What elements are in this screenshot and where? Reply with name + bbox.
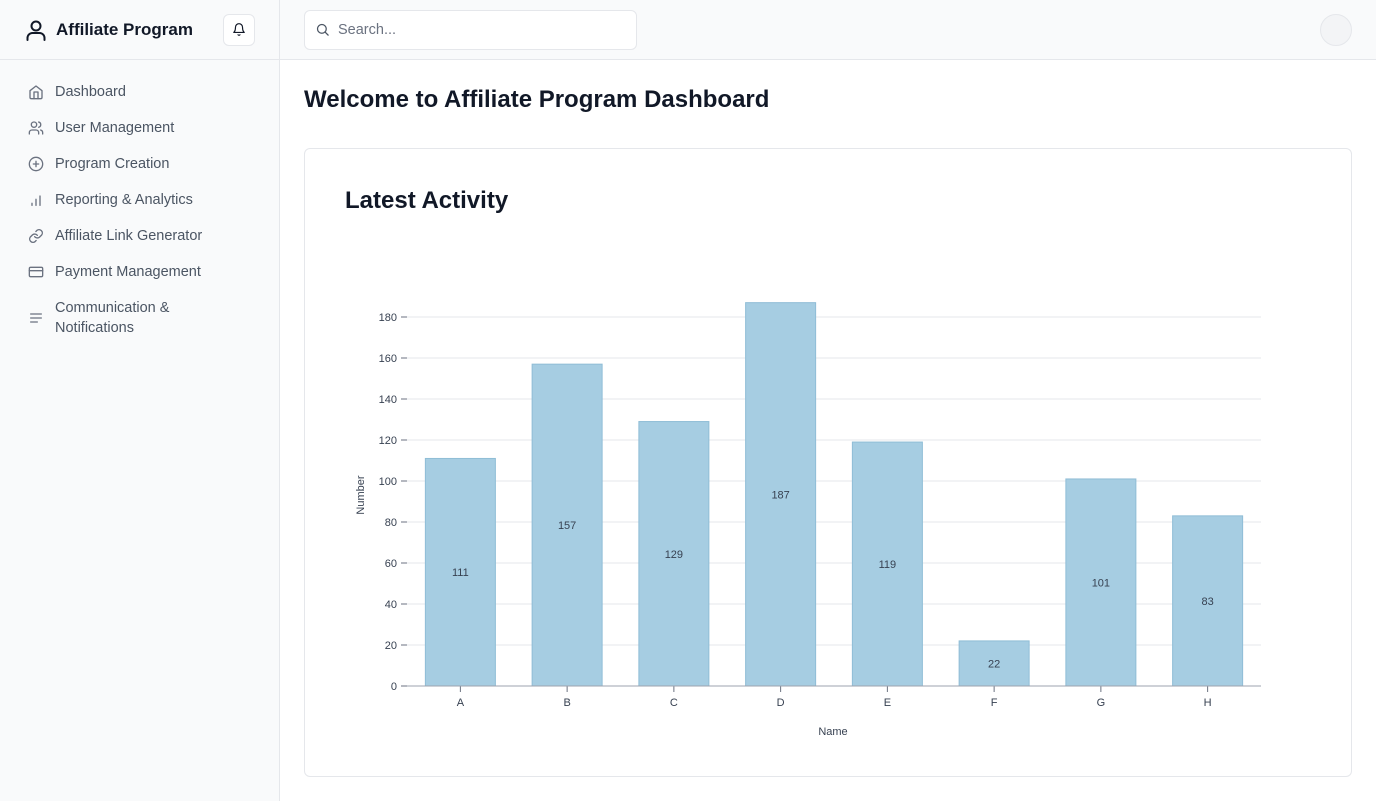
page-title: Welcome to Affiliate Program Dashboard (304, 86, 770, 113)
y-tick-label: 100 (379, 476, 397, 488)
credit-card-icon (27, 262, 44, 282)
link-icon (27, 226, 44, 246)
x-tick-label: H (1204, 697, 1212, 709)
menu-lines-icon (27, 298, 44, 338)
x-tick-label: B (563, 697, 570, 709)
brand-title: Affiliate Program (56, 19, 193, 39)
sidebar-item-link-generator[interactable]: Affiliate Link Generator (0, 226, 279, 246)
user-icon (26, 19, 46, 41)
sidebar-item-label: Affiliate Link Generator (55, 228, 203, 244)
bell-icon (232, 22, 246, 37)
sidebar-item-user-management[interactable]: User Management (0, 118, 279, 138)
content: Welcome to Affiliate Program Dashboard L… (280, 60, 1376, 777)
sidebar-item-payment[interactable]: Payment Management (0, 262, 279, 282)
x-tick-label: F (991, 697, 998, 709)
bar-chart-icon (27, 190, 44, 210)
bar-value-label: 101 (1092, 577, 1110, 589)
sidebar-item-dashboard[interactable]: Dashboard (0, 82, 279, 102)
search-box[interactable] (304, 9, 637, 50)
users-icon (27, 118, 44, 138)
bar-value-label: 187 (771, 489, 789, 501)
sidebar: Affiliate Program Dashboard User Managem… (0, 0, 280, 801)
brand-bar: Affiliate Program (0, 0, 279, 60)
bar-chart: 111 157 129 187 119 22 101 83 0 20 40 60 80 100 120 14… (355, 302, 1261, 738)
search-icon (315, 22, 330, 37)
x-axis-label: Name (818, 726, 847, 738)
bar-value-label: 83 (1202, 596, 1214, 608)
bar-value-label: 119 (879, 559, 897, 571)
plus-circle-icon (27, 154, 44, 174)
sidebar-nav: Dashboard User Management Program Creati… (0, 60, 279, 338)
sidebar-item-label: Reporting & Analytics (55, 192, 193, 208)
sidebar-item-communication[interactable]: Communication & Notifications (0, 298, 279, 338)
home-icon (27, 82, 44, 102)
y-tick-label: 120 (379, 435, 397, 447)
sidebar-item-label: Dashboard (55, 84, 126, 100)
sidebar-item-program-creation[interactable]: Program Creation (0, 154, 279, 174)
sidebar-item-reporting[interactable]: Reporting & Analytics (0, 190, 279, 210)
y-tick-label: 60 (385, 558, 397, 570)
latest-activity-card: Latest Activity 111 157 129 187 119 22 101 83 0… (304, 148, 1352, 777)
y-tick-label: 180 (379, 312, 397, 324)
notifications-button[interactable] (223, 13, 255, 46)
x-tick-label: A (457, 697, 465, 709)
avatar[interactable] (1320, 13, 1352, 46)
app-root: Affiliate Program Dashboard User Managem… (0, 0, 1376, 801)
sidebar-item-label: Communication & Notifications (55, 300, 170, 336)
brand[interactable]: Affiliate Program (26, 19, 193, 41)
y-tick-label: 160 (379, 353, 397, 365)
y-tick-label: 0 (391, 681, 397, 693)
x-tick-label: E (884, 697, 891, 709)
bar-value-label: 111 (452, 567, 469, 579)
top-bar (280, 0, 1376, 60)
y-axis-label: Number (355, 475, 367, 514)
bar-value-label: 22 (988, 658, 1000, 670)
x-tick-label: D (777, 697, 785, 709)
main-area: Welcome to Affiliate Program Dashboard L… (280, 0, 1376, 801)
x-tick-label: G (1097, 697, 1106, 709)
x-tick-label: C (670, 697, 678, 709)
bar-value-label: 157 (558, 520, 576, 532)
search-input[interactable] (338, 21, 618, 38)
y-tick-label: 80 (385, 517, 397, 529)
bar-value-label: 129 (665, 549, 683, 561)
sidebar-item-label: Payment Management (55, 264, 201, 280)
sidebar-item-label: Program Creation (55, 156, 170, 172)
sidebar-item-label: User Management (55, 120, 175, 136)
bars: 111 157 129 187 119 22 101 83 (424, 302, 1244, 687)
y-tick-label: 40 (385, 599, 397, 611)
y-tick-label: 140 (379, 394, 397, 406)
y-tick-label: 20 (385, 640, 397, 652)
